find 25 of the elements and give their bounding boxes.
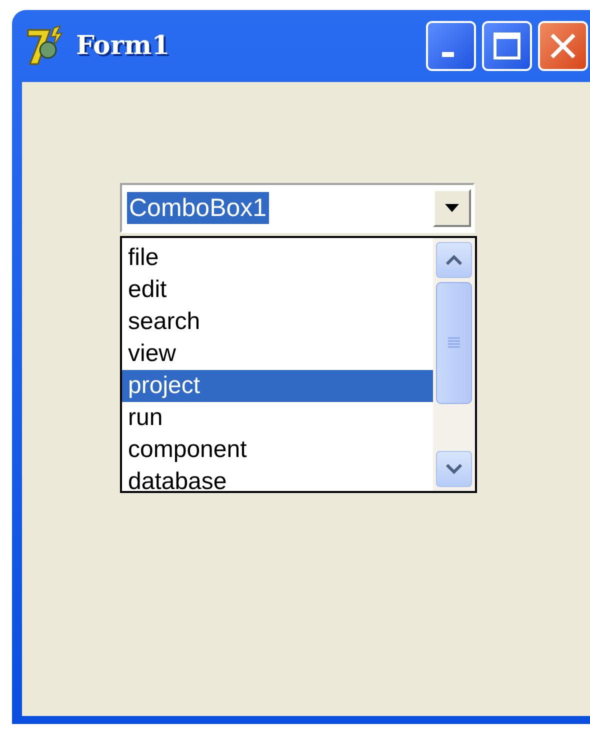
combo-value: ComboBox1 — [127, 192, 269, 224]
close-icon — [548, 31, 578, 61]
scroll-up-button[interactable] — [436, 242, 472, 278]
minimize-icon — [442, 52, 454, 56]
dropdown-button[interactable] — [433, 189, 471, 227]
scroll-down-button[interactable] — [436, 451, 472, 487]
maximize-icon — [492, 31, 522, 61]
combo-box[interactable]: ComboBox1 — [120, 183, 475, 233]
chevron-down-icon — [446, 464, 462, 474]
list-item[interactable]: search — [122, 306, 433, 338]
window-title: Form1 — [76, 31, 170, 61]
list-item[interactable]: project — [122, 370, 433, 402]
chevron-up-icon — [446, 255, 462, 265]
list-item[interactable]: file — [122, 242, 433, 274]
minimize-button[interactable] — [426, 21, 476, 71]
list-item[interactable]: database — [122, 466, 433, 498]
list-item[interactable]: run — [122, 402, 433, 434]
list-item[interactable]: edit — [122, 274, 433, 306]
list-item[interactable]: component — [122, 434, 433, 466]
caret-icon — [445, 204, 459, 212]
scroll-thumb[interactable] — [436, 282, 472, 404]
grip-icon — [448, 337, 460, 349]
list-item[interactable]: view — [122, 338, 433, 370]
maximize-button[interactable] — [482, 21, 532, 71]
close-button[interactable] — [538, 21, 588, 71]
